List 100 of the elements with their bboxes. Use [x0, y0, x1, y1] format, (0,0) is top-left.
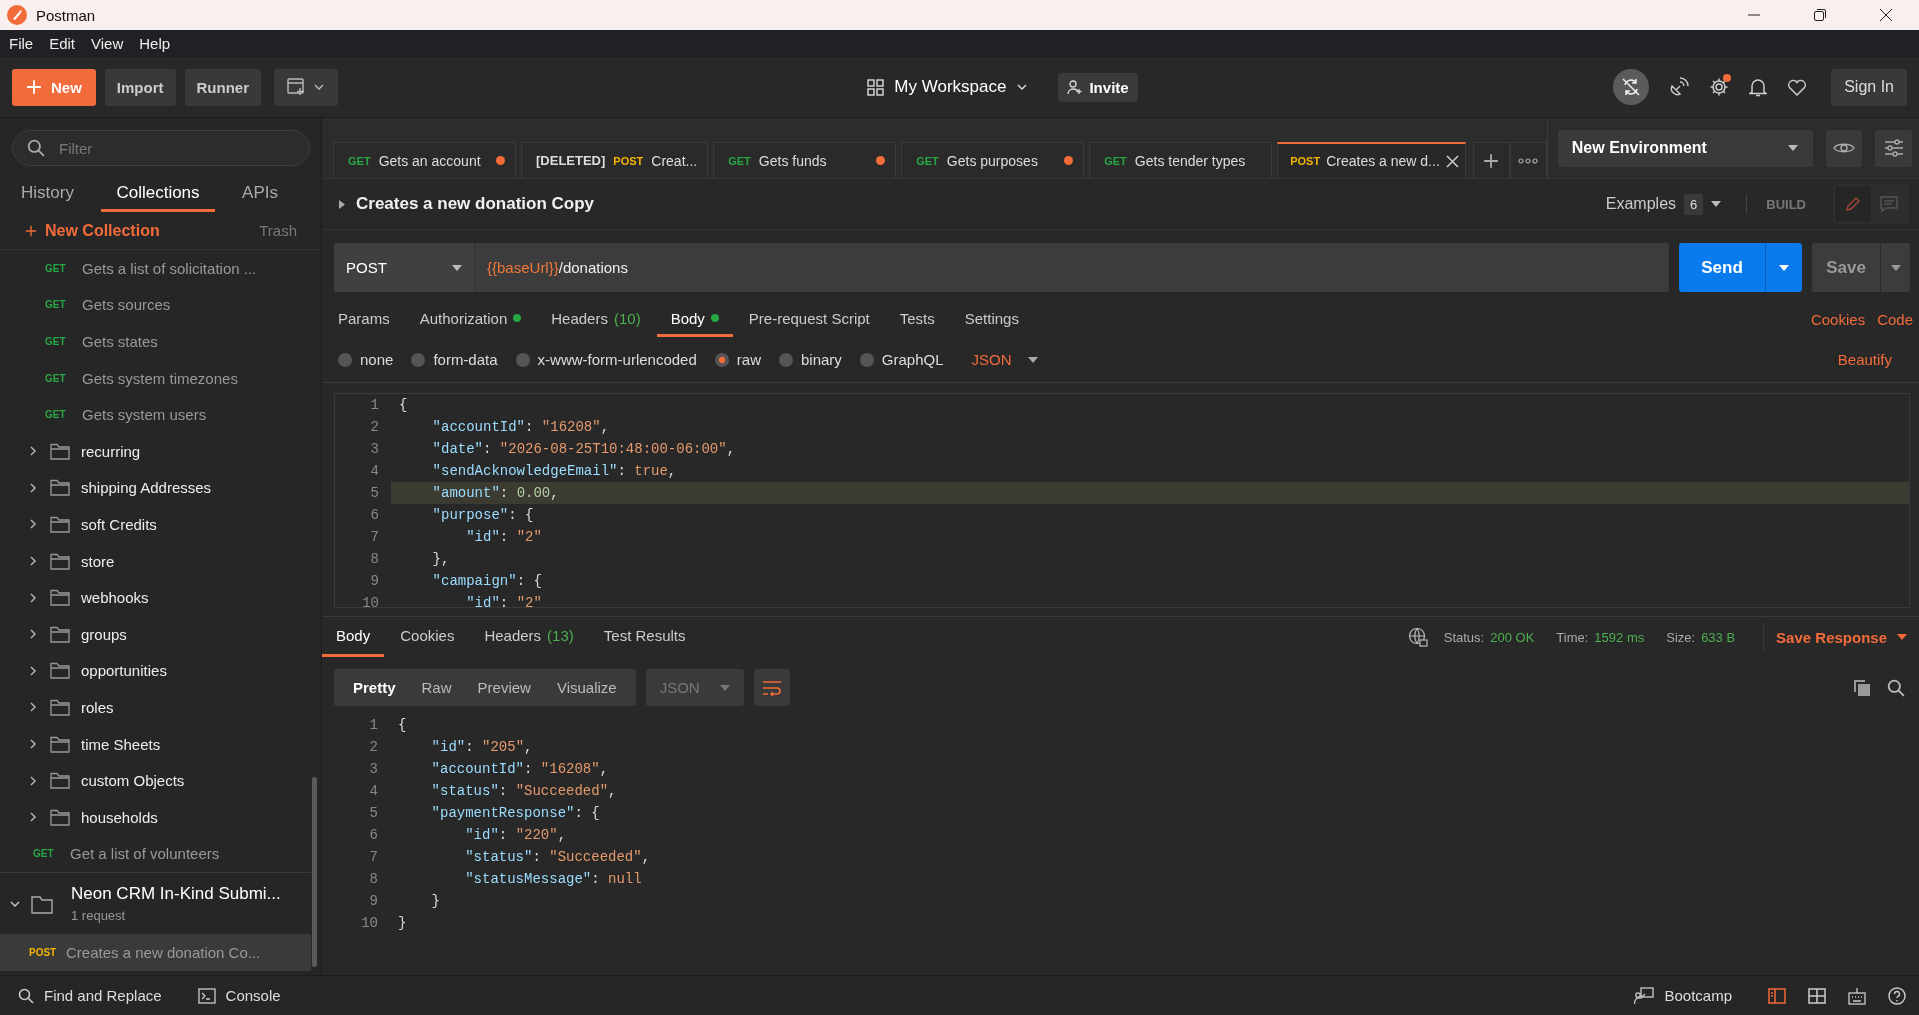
save-options-button[interactable] — [1880, 243, 1910, 292]
folder-item[interactable]: time Sheets — [0, 725, 311, 763]
radio-label[interactable]: raw — [736, 351, 761, 368]
request-item[interactable]: GET Gets system users — [0, 396, 311, 433]
eye-button[interactable] — [1825, 129, 1863, 167]
filter-input[interactable]: Filter — [57, 138, 295, 158]
radio-label[interactable]: GraphQL — [881, 351, 944, 368]
request-section-tab[interactable]: Pre-request Script — [734, 302, 884, 337]
save-response-button[interactable]: Save Response — [1763, 623, 1919, 651]
invite-button[interactable]: Invite — [1058, 72, 1138, 102]
new-window-button[interactable] — [274, 68, 338, 106]
workspace-dropdown[interactable]: My Workspace — [861, 76, 1035, 98]
console-button[interactable]: Console — [197, 987, 281, 1004]
response-tab[interactable]: Cookies — [386, 617, 469, 657]
folder-item[interactable]: shipping Addresses — [0, 469, 311, 507]
scrollbar[interactable] — [312, 777, 317, 967]
columns-icon[interactable] — [1808, 987, 1826, 1004]
radio-button[interactable] — [859, 352, 874, 367]
radio-label[interactable]: binary — [800, 351, 842, 368]
satellite-icon[interactable] — [1669, 77, 1690, 97]
request-item[interactable]: GET Gets system timezones — [0, 359, 311, 397]
menu-item[interactable]: View — [83, 35, 132, 52]
close-icon[interactable] — [1880, 9, 1892, 21]
import-button[interactable]: Import — [104, 68, 176, 106]
heart-icon[interactable] — [1787, 78, 1808, 96]
view-tab[interactable]: Pretty — [340, 669, 409, 706]
two-pane-icon[interactable] — [1768, 987, 1786, 1004]
environment-dropdown[interactable]: New Environment — [1557, 129, 1813, 167]
request-item[interactable]: GET Gets sources — [0, 286, 311, 324]
copy-icon[interactable] — [1853, 678, 1871, 697]
examples-dropdown[interactable]: Examples 6 — [1599, 192, 1728, 216]
radio-label[interactable]: none — [360, 351, 394, 368]
response-tab[interactable]: Test Results — [589, 617, 700, 657]
request-tab[interactable]: [DELETED] POST Creat... — [521, 142, 709, 178]
folder-item[interactable]: store — [0, 542, 311, 580]
request-item[interactable]: POST Creates a new donation Co... — [0, 934, 311, 971]
runner-button[interactable]: Runner — [184, 68, 261, 106]
sidebar-tab[interactable]: Collections — [101, 176, 215, 212]
request-tab[interactable]: POST Creates a new d... — [1277, 142, 1466, 178]
request-section-tab[interactable]: Tests — [885, 302, 949, 337]
menu-item[interactable]: File — [1, 35, 42, 52]
request-tab[interactable]: GET Gets tender types — [1089, 142, 1273, 178]
sidebar-tab[interactable]: APIs — [231, 176, 289, 212]
radio-button[interactable] — [411, 352, 426, 367]
folder-item[interactable]: soft Credits — [0, 506, 311, 543]
request-tab[interactable]: GET Gets funds — [713, 142, 897, 178]
keyboard-icon[interactable] — [1848, 986, 1866, 1005]
more-button[interactable] — [1509, 142, 1547, 178]
bootcamp-button[interactable]: Bootcamp — [1634, 986, 1732, 1005]
settings-icon[interactable] — [1709, 77, 1730, 97]
radio-label[interactable]: form-data — [433, 351, 498, 368]
wrap-button[interactable] — [753, 669, 790, 706]
new-collection-button[interactable]: New Collection — [45, 221, 160, 240]
new-tab-button[interactable] — [1472, 142, 1510, 178]
request-item[interactable]: GET Gets states — [0, 323, 311, 360]
request-item[interactable]: GET Get a list of volunteers — [0, 835, 311, 873]
folder-item[interactable]: roles — [0, 689, 311, 726]
request-tab[interactable]: GET Gets an account — [333, 142, 516, 178]
radio-button[interactable] — [338, 352, 352, 367]
response-tab[interactable]: Body — [322, 617, 385, 657]
radio-button[interactable] — [778, 352, 793, 367]
globe-lock-icon[interactable] — [1407, 627, 1428, 647]
view-tab[interactable]: Raw — [408, 669, 465, 706]
radio-button[interactable] — [515, 352, 530, 367]
restore-icon[interactable] — [1814, 9, 1826, 21]
menu-item[interactable]: Edit — [41, 35, 84, 52]
filter-field[interactable]: Filter — [12, 130, 310, 166]
link[interactable]: Cookies — [1810, 311, 1866, 328]
request-section-tab[interactable]: Headers (10) — [537, 302, 655, 337]
method-dropdown[interactable]: POST — [334, 243, 475, 292]
request-tab[interactable]: GET Gets purposes — [901, 142, 1085, 178]
folder-item[interactable]: recurring — [0, 432, 311, 470]
menu-item[interactable]: Help — [131, 35, 179, 52]
request-section-tab[interactable]: Authorization — [405, 302, 536, 337]
radio-label[interactable]: x-www-form-urlencoded — [537, 351, 697, 368]
request-section-tab[interactable]: Params — [324, 302, 404, 337]
save-button[interactable]: Save — [1812, 243, 1880, 292]
folder-item[interactable]: webhooks — [0, 579, 311, 616]
view-tab[interactable]: Visualize — [543, 669, 630, 706]
beautify-link[interactable]: Beautify — [1837, 351, 1892, 368]
link[interactable]: Code — [1877, 311, 1913, 328]
folder-item[interactable]: opportunities — [0, 652, 311, 690]
url-field[interactable]: {{baseUrl}}/donations — [475, 243, 1669, 292]
format-dropdown[interactable]: JSON — [965, 350, 1044, 369]
help-icon[interactable] — [1888, 986, 1906, 1005]
response-tab[interactable]: Headers (13) — [470, 617, 588, 657]
find-replace-button[interactable]: Find and Replace — [18, 987, 162, 1004]
view-tab[interactable]: Preview — [464, 669, 544, 706]
settings-button[interactable] — [1875, 129, 1912, 167]
folder-item[interactable]: custom Objects — [0, 762, 311, 799]
send-button[interactable]: Send — [1679, 243, 1765, 292]
sign-in-button[interactable]: Sign In — [1831, 68, 1907, 106]
request-section-tab[interactable]: Settings — [950, 302, 1033, 337]
bell-icon[interactable] — [1749, 77, 1768, 97]
request-section-tab[interactable]: Body — [656, 302, 733, 337]
folder-item[interactable]: groups — [0, 615, 311, 653]
sidebar-tab[interactable]: History — [10, 176, 85, 212]
request-item[interactable]: GET Gets a list of solicitation ... — [0, 250, 311, 287]
radio-button[interactable] — [714, 352, 729, 367]
folder-item[interactable]: households — [0, 798, 311, 836]
